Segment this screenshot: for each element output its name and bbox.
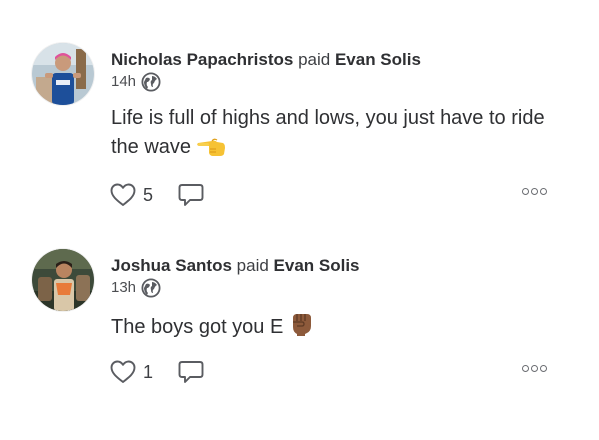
like-count: 1 — [143, 362, 154, 382]
story-message: Life is full of highs and lows, you just… — [111, 104, 561, 166]
avatar[interactable] — [32, 249, 94, 311]
story-time: 14h — [111, 73, 137, 90]
raised-fist-emoji — [288, 311, 314, 346]
avatar[interactable] — [32, 43, 94, 105]
more-icon[interactable] — [522, 188, 549, 195]
point-left-emoji — [196, 135, 226, 166]
globe-icon — [141, 72, 161, 92]
comment-icon[interactable] — [177, 182, 205, 208]
more-dot — [540, 365, 547, 372]
story-header: Joshua Santos paid Evan Solis — [111, 255, 360, 277]
like-count: 5 — [143, 185, 154, 205]
comment-icon[interactable] — [177, 359, 205, 385]
actor-name[interactable]: Joshua Santos — [111, 256, 232, 275]
story-actions: 5 — [109, 182, 205, 208]
more-dot — [531, 365, 538, 372]
message-text: The boys got you E — [111, 316, 284, 338]
heart-icon[interactable] — [109, 359, 137, 385]
story-message: The boys got you E — [111, 311, 561, 346]
story-time: 13h — [111, 279, 137, 296]
globe-icon — [141, 278, 161, 298]
story-actions: 1 — [109, 359, 205, 385]
actor-name[interactable]: Nicholas Papachristos — [111, 50, 293, 69]
story-header: Nicholas Papachristos paid Evan Solis — [111, 49, 421, 71]
more-dot — [522, 365, 529, 372]
more-icon[interactable] — [522, 365, 549, 372]
more-dot — [540, 188, 547, 195]
target-name[interactable]: Evan Solis — [335, 50, 421, 69]
more-dot — [531, 188, 538, 195]
story-meta: 14h — [111, 72, 161, 92]
story-meta: 13h — [111, 278, 161, 298]
target-name[interactable]: Evan Solis — [274, 256, 360, 275]
heart-icon[interactable] — [109, 182, 137, 208]
message-text: Life is full of highs and lows, you just… — [111, 107, 545, 158]
more-dot — [522, 188, 529, 195]
story-verb: paid — [298, 50, 331, 69]
story-verb: paid — [236, 256, 269, 275]
